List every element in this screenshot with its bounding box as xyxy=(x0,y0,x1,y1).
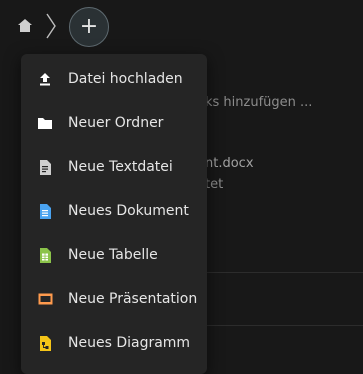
presentation-icon xyxy=(37,290,53,308)
home-icon xyxy=(18,18,32,32)
add-hint-text: ks hinzufügen ... xyxy=(205,95,313,110)
file-status: tet xyxy=(205,177,224,192)
text-file-icon xyxy=(37,158,53,176)
document-icon xyxy=(37,202,53,220)
new-item-menu: Datei hochladen Neuer Ordner Neue Textda… xyxy=(21,54,207,374)
folder-icon xyxy=(37,114,53,132)
file-name[interactable]: nt.docx xyxy=(205,156,254,171)
menu-item-new-presentation[interactable]: Neue Präsentation xyxy=(21,277,207,321)
menu-item-new-diagram[interactable]: Neues Diagramm xyxy=(21,321,207,365)
add-new-button[interactable]: + xyxy=(69,7,109,47)
divider xyxy=(205,272,363,273)
home-button[interactable] xyxy=(14,14,36,36)
menu-item-new-folder[interactable]: Neuer Ordner xyxy=(21,101,207,145)
plus-icon: + xyxy=(79,14,99,39)
menu-item-label: Datei hochladen xyxy=(68,71,183,87)
menu-item-new-document[interactable]: Neues Dokument xyxy=(21,189,207,233)
diagram-icon xyxy=(37,334,53,352)
menu-item-label: Neue Textdatei xyxy=(68,159,173,175)
top-bar: + xyxy=(0,0,363,52)
upload-icon xyxy=(37,70,53,88)
divider xyxy=(205,325,363,326)
breadcrumb-separator-icon xyxy=(46,13,56,39)
spreadsheet-icon xyxy=(37,246,53,264)
menu-item-label: Neues Dokument xyxy=(68,203,189,219)
menu-item-new-spreadsheet[interactable]: Neue Tabelle xyxy=(21,233,207,277)
menu-item-label: Neue Präsentation xyxy=(68,291,198,307)
menu-item-label: Neues Diagramm xyxy=(68,335,191,351)
menu-item-label: Neuer Ordner xyxy=(68,115,164,131)
menu-item-label: Neue Tabelle xyxy=(68,247,158,263)
menu-item-new-text-file[interactable]: Neue Textdatei xyxy=(21,145,207,189)
menu-item-upload-file[interactable]: Datei hochladen xyxy=(21,57,207,101)
